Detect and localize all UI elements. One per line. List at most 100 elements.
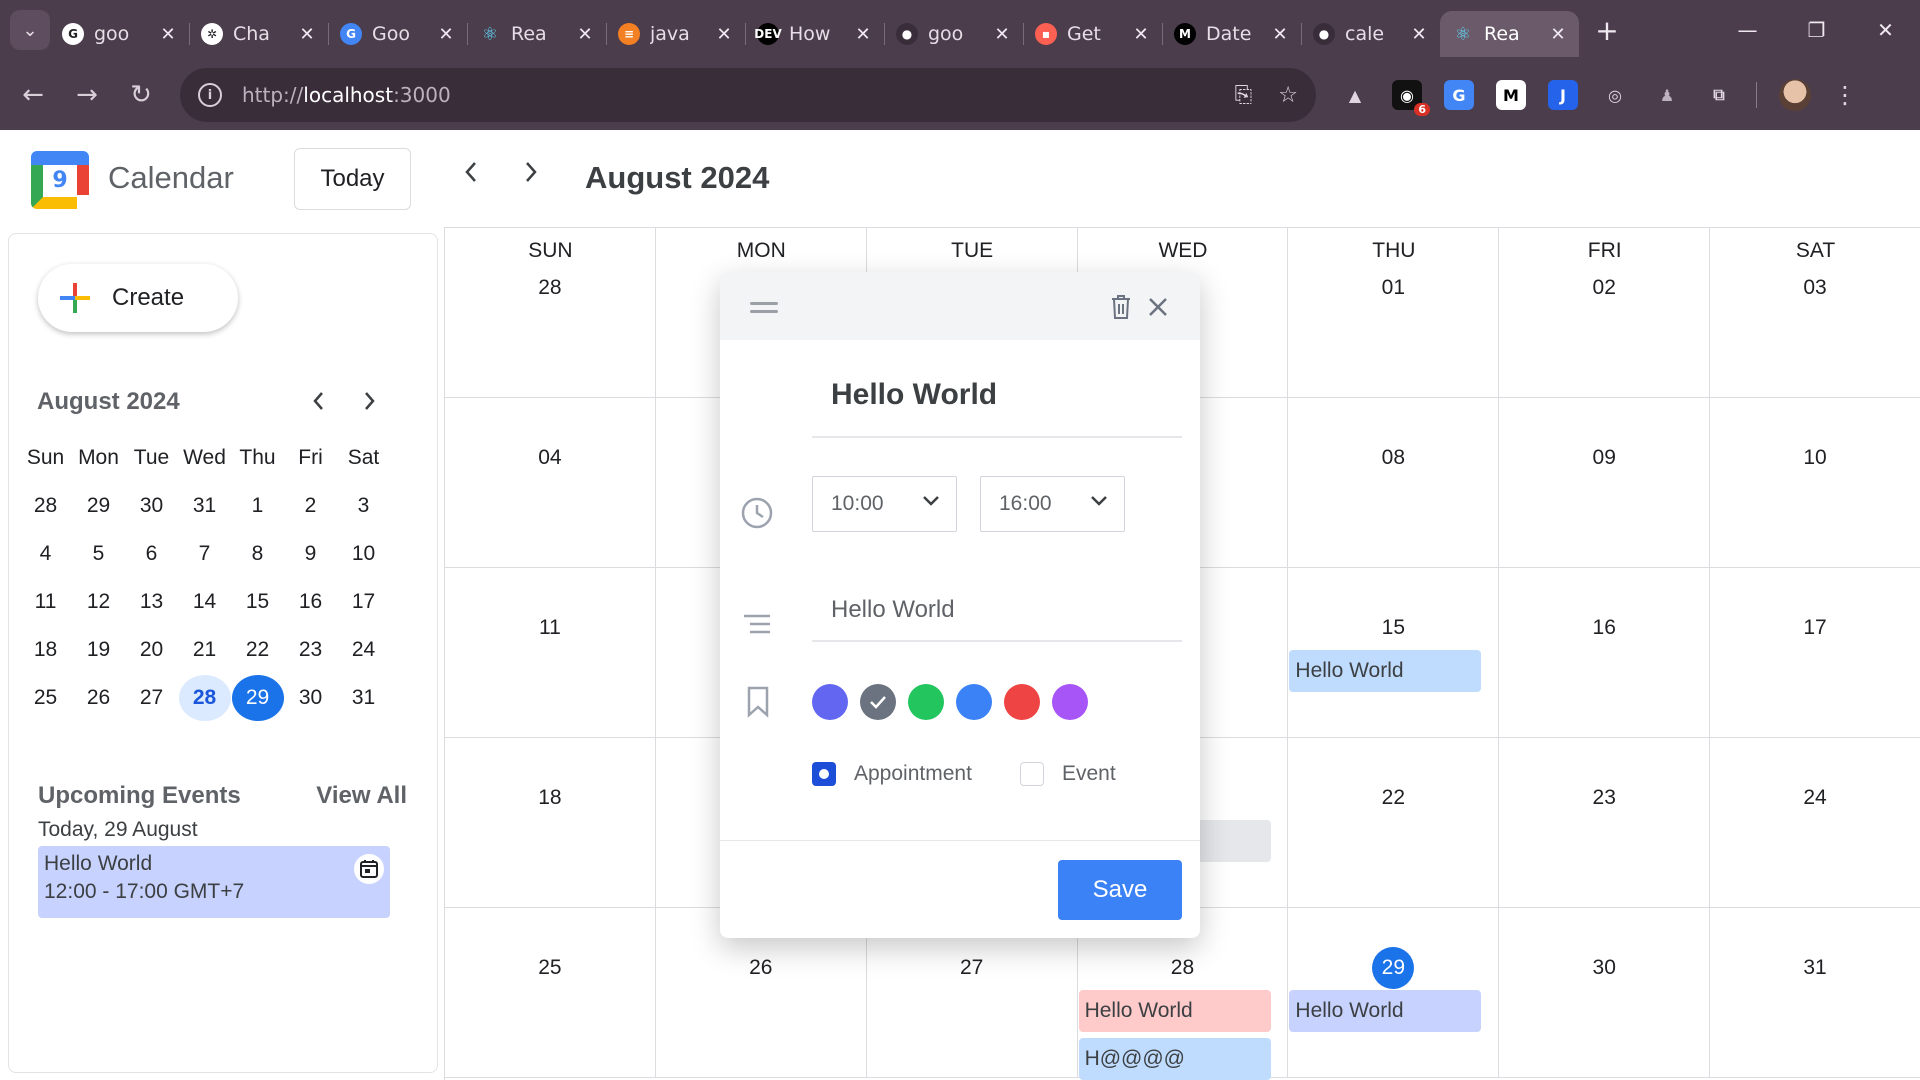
day-cell[interactable]: 02 [1499,228,1711,398]
tab-close-icon[interactable]: ✕ [159,24,177,45]
event-chip[interactable]: Hello World [1289,650,1482,692]
day-cell[interactable]: 16 [1499,568,1711,738]
mini-day[interactable]: 12 [72,578,125,626]
start-time-select[interactable]: 10:00 [812,476,957,532]
extension-translate-icon[interactable]: G [1444,80,1474,110]
mini-day[interactable]: 29 [72,482,125,530]
view-all-link[interactable]: View All [316,782,407,810]
day-cell[interactable]: 18 [445,738,656,908]
mini-day[interactable]: 30 [125,482,178,530]
new-tab-button[interactable]: + [1587,10,1627,50]
browser-tab[interactable]: ● cale ✕ [1301,11,1440,57]
mini-day[interactable]: 7 [178,530,231,578]
mini-next-icon[interactable] [355,386,385,416]
day-cell[interactable]: 31 [1710,908,1920,1078]
close-window-button[interactable]: ✕ [1851,0,1920,60]
mini-day[interactable]: 8 [231,530,284,578]
tab-close-icon[interactable]: ✕ [437,24,455,45]
mini-day[interactable]: 10 [337,530,390,578]
mini-day[interactable]: 11 [19,578,72,626]
calendar-icon[interactable] [354,854,384,884]
color-swatch[interactable] [956,684,992,720]
extension-medium-icon[interactable]: M [1496,80,1526,110]
appointment-option[interactable]: Appointment [812,762,972,786]
event-chip[interactable]: Hello World [1289,990,1482,1032]
day-cell[interactable]: 09 [1499,398,1711,568]
mini-day[interactable]: 22 [231,626,284,674]
mini-day[interactable]: 28 [178,674,231,722]
mini-prev-icon[interactable] [303,386,333,416]
mini-day[interactable]: 3 [337,482,390,530]
color-swatch[interactable] [1052,684,1088,720]
save-button[interactable]: Save [1058,860,1182,920]
day-cell[interactable]: 22 [1288,738,1500,908]
tab-close-icon[interactable]: ✕ [298,24,316,45]
mini-day[interactable]: 25 [19,674,72,722]
day-cell[interactable]: 23 [1499,738,1711,908]
browser-tab[interactable]: ● goo ✕ [884,11,1023,57]
day-cell[interactable]: 24 [1710,738,1920,908]
extension-triangle-icon[interactable]: ▲ [1340,80,1370,110]
restore-button[interactable]: ❐ [1782,0,1851,60]
extension-counter-icon[interactable]: ◉ 6 [1392,80,1430,116]
event-description-input[interactable]: Hello World [812,588,1182,642]
mini-day[interactable]: 24 [337,626,390,674]
mini-day[interactable]: 21 [178,626,231,674]
forward-button[interactable]: → [60,68,114,122]
site-info-icon[interactable]: i [198,83,222,107]
browser-tab[interactable]: M Date ✕ [1162,11,1301,57]
mini-day[interactable]: 18 [19,626,72,674]
today-button[interactable]: Today [294,148,411,210]
browser-tab[interactable]: ≡ java ✕ [606,11,745,57]
event-chip[interactable]: H@@@@ [1078,1038,1271,1080]
end-time-select[interactable]: 16:00 [980,476,1125,532]
mini-day[interactable]: 6 [125,530,178,578]
mini-day[interactable]: 26 [72,674,125,722]
browser-tab[interactable]: ⚛ Rea ✕ [467,11,606,57]
create-button[interactable]: Create [38,264,238,332]
bookmark-star-icon[interactable]: ☆ [1278,83,1298,108]
prev-month-icon[interactable] [451,152,491,192]
mini-day[interactable]: 15 [231,578,284,626]
day-cell[interactable]: 03 [1710,228,1920,398]
mini-day[interactable]: 5 [72,530,125,578]
day-cell[interactable]: 25 [445,908,656,1078]
browser-tab[interactable]: ✲ Cha ✕ [189,11,328,57]
day-cell[interactable]: 11 [445,568,656,738]
mini-day[interactable]: 20 [125,626,178,674]
mini-day[interactable]: 16 [284,578,337,626]
tab-close-icon[interactable]: ✕ [1410,24,1428,45]
event-title-input[interactable]: Hello World [812,378,1182,438]
color-swatch[interactable] [812,684,848,720]
mini-day[interactable]: 4 [19,530,72,578]
mini-day[interactable]: 14 [178,578,231,626]
day-cell[interactable]: 17 [1710,568,1920,738]
upcoming-event-card[interactable]: Hello World 12:00 - 17:00 GMT+7 [38,846,390,918]
mini-day[interactable]: 29 [231,674,284,722]
browser-tab[interactable]: G Goo ✕ [328,11,467,57]
reload-button[interactable]: ↻ [114,68,168,122]
day-cell[interactable]: 01 [1288,228,1500,398]
extensions-puzzle-icon[interactable]: ⧉ [1704,80,1734,110]
tab-close-icon[interactable]: ✕ [1132,24,1150,45]
install-app-icon[interactable]: ⎘ [1235,83,1253,108]
color-swatch[interactable] [1004,684,1040,720]
event-option[interactable]: Event [1020,762,1116,786]
mini-day[interactable]: 9 [284,530,337,578]
event-chip[interactable]: Hello World [1078,990,1271,1032]
browser-tab[interactable]: Ggoo ✕ [50,11,189,57]
address-bar[interactable]: i http://localhost:3000 ⎘ ☆ [180,68,1316,122]
tab-close-icon[interactable]: ✕ [1271,24,1289,45]
url-text[interactable]: http://localhost:3000 [242,83,451,107]
next-month-icon[interactable] [511,152,551,192]
day-cell[interactable]: 30 [1499,908,1711,1078]
day-cell[interactable]: 04 [445,398,656,568]
tab-close-icon[interactable]: ✕ [854,24,872,45]
tab-close-icon[interactable]: ✕ [576,24,594,45]
drag-handle-icon[interactable] [750,302,778,314]
mini-day[interactable]: 31 [337,674,390,722]
delete-icon[interactable] [1106,292,1136,322]
event-checkbox[interactable] [1020,762,1044,786]
browser-tab[interactable]: DEV How ✕ [745,11,884,57]
mini-day[interactable]: 19 [72,626,125,674]
